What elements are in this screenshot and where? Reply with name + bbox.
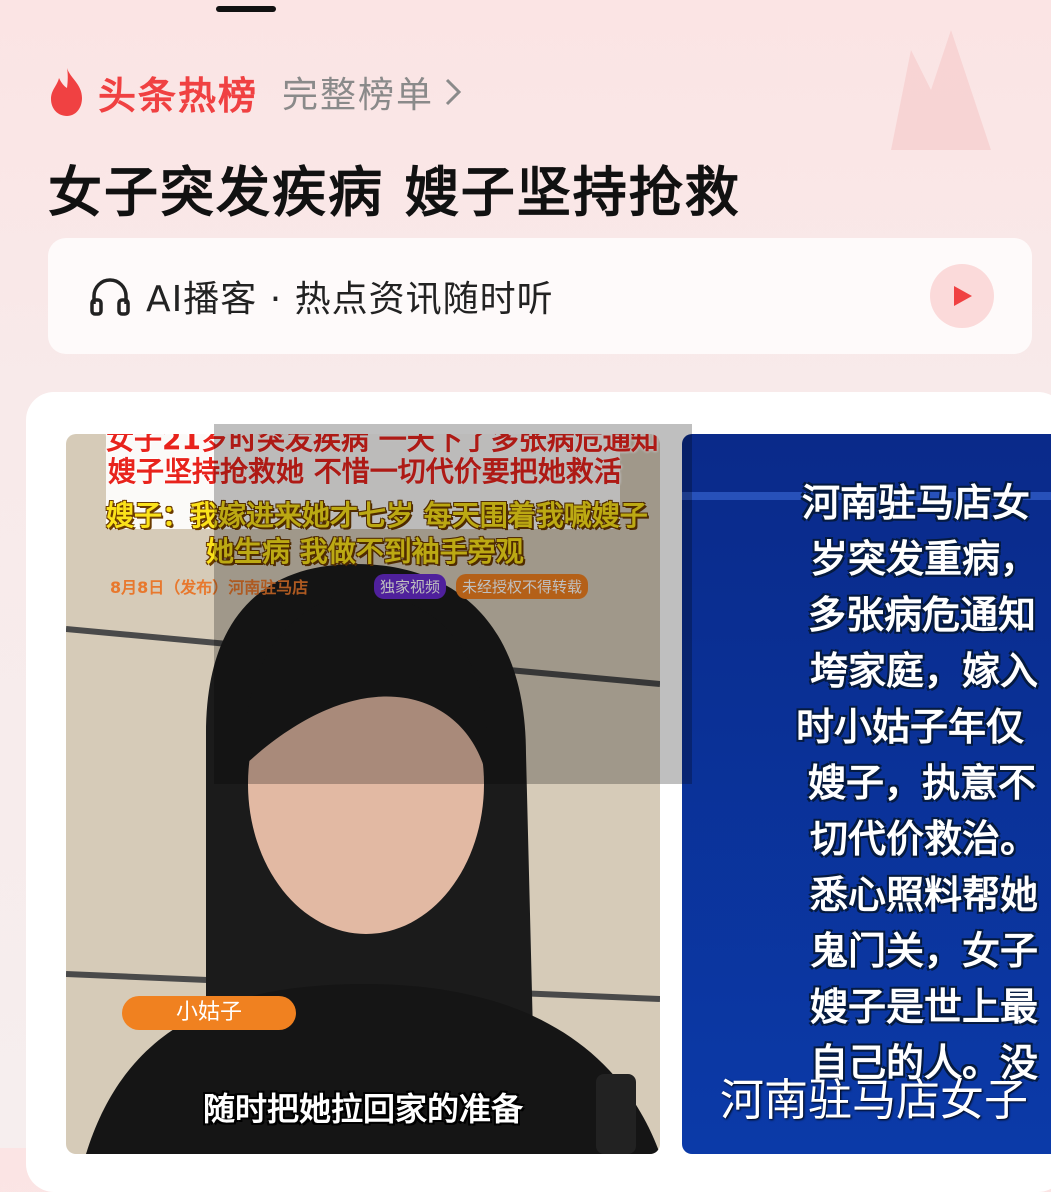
play-button[interactable] bbox=[930, 264, 994, 328]
video-text-line: 垮家庭，嫁入 bbox=[810, 649, 1039, 693]
video-caption-line3: 嫂子：我嫁进来她才七岁 每天围着我喊嫂子 bbox=[106, 499, 648, 532]
video-text-line: 嫂子是世上最 bbox=[810, 985, 1039, 1029]
chevron-right-icon bbox=[445, 78, 462, 106]
video-text-line: 时小姑子年仅 bbox=[796, 705, 1025, 749]
full-list-link[interactable]: 完整榜单 bbox=[282, 66, 434, 118]
video-date-source: 8月8日（发布）河南驻马店 bbox=[110, 578, 309, 597]
speaker-name-tag: 小姑子 bbox=[122, 996, 296, 1030]
video-caption-line2: 嫂子坚持抢救她 不惜一切代价要把她救活 bbox=[108, 455, 622, 488]
video-text-line: 河南驻马店女 bbox=[802, 481, 1031, 525]
play-icon bbox=[954, 286, 972, 306]
video-thumbnail-left[interactable]: 女子21岁时突发疾病 一天下了多张病危通知书 嫂子坚持抢救她 不惜一切代价要把她… bbox=[66, 434, 660, 1154]
page-title: 女子突发疾病 嫂子坚持抢救 bbox=[48, 161, 741, 224]
home-indicator bbox=[216, 6, 276, 12]
hot-list-header[interactable]: 头条热榜 完整榜单 bbox=[46, 62, 462, 122]
video-text-line: 嫂子，执意不 bbox=[808, 761, 1037, 805]
video-subtitle: 随时把她拉回家的准备 bbox=[202, 1090, 523, 1128]
video-text-line: 悉心照料帮她 bbox=[810, 873, 1039, 917]
video-text-line: 多张病危通知 bbox=[808, 593, 1037, 637]
video-caption-line4: 她生病 我做不到袖手旁观 bbox=[206, 535, 524, 568]
ai-podcast-bar[interactable]: AI播客 · 热点资讯随时听 bbox=[48, 238, 1032, 354]
hot-list-brand: 头条热榜 bbox=[98, 73, 259, 118]
video-text-line: 切代价救治。 bbox=[810, 817, 1039, 861]
copyright-tag: 未经授权不得转载 bbox=[456, 574, 589, 599]
video-text-line: 鬼门关，女子 bbox=[810, 929, 1039, 973]
exclusive-tag: 独家视频 bbox=[374, 574, 447, 599]
video-text-line: 岁突发重病， bbox=[810, 537, 1039, 581]
video-thumbnail-right[interactable]: 河南驻马店女岁突发重病， 多张病危通知 垮家庭，嫁入时小姑子年仅嫂子，执意不 切代价救… bbox=[682, 434, 1051, 1154]
video-caption-right: 河南驻马店女子 bbox=[720, 1075, 1028, 1126]
headphones-icon bbox=[90, 278, 130, 316]
podcast-label: AI播客 · 热点资讯随时听 bbox=[146, 279, 554, 320]
flame-icon bbox=[51, 68, 82, 116]
decorative-flame-graphic bbox=[891, 30, 991, 150]
